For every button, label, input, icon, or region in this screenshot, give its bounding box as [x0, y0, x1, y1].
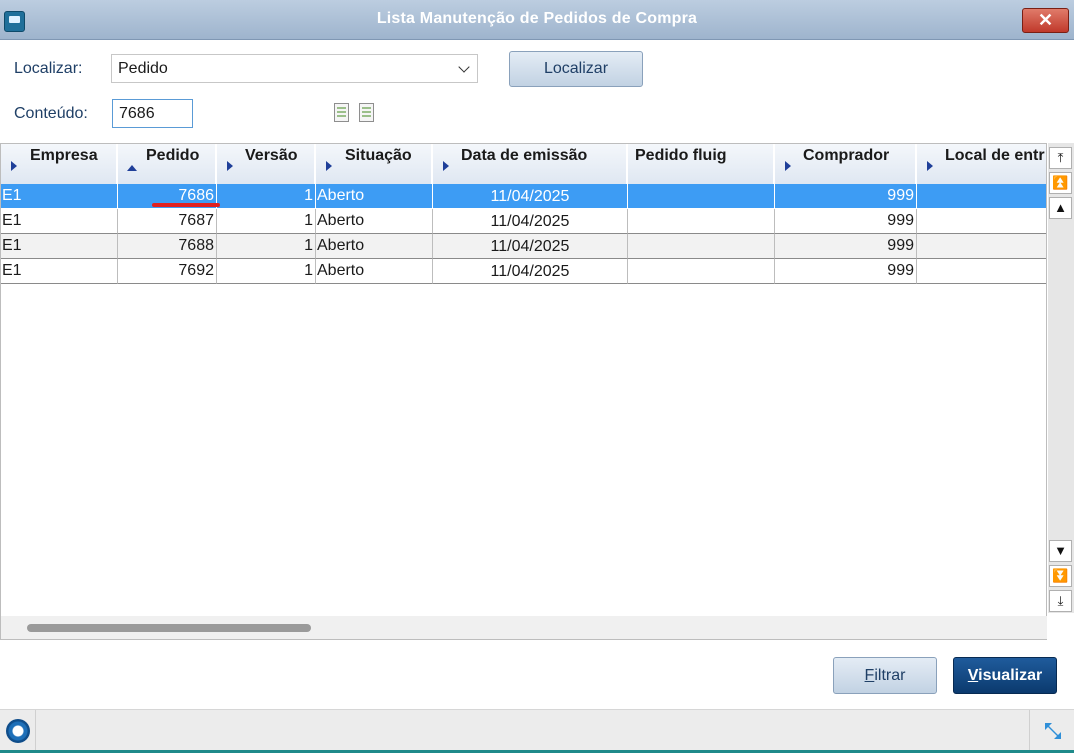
- cell-comprador: 999: [775, 234, 917, 259]
- column-header-label: Empresa: [30, 147, 98, 164]
- scroll-page-down-icon[interactable]: ⏬: [1049, 565, 1072, 587]
- cell-situacao: Aberto: [316, 184, 433, 209]
- cell-empresa: E1: [1, 259, 118, 284]
- scroll-page-up-icon[interactable]: ⏫: [1049, 172, 1072, 194]
- filtrar-button-label: Filtrar: [864, 667, 906, 684]
- cell-situacao: Aberto: [316, 209, 433, 234]
- cell-pedido-fluig: [628, 259, 775, 284]
- sort-arrow-icon: [927, 161, 933, 171]
- column-header-label: Pedido fluig: [635, 147, 727, 164]
- table-row[interactable]: E1 7692 1 Aberto 11/04/2025 999: [1, 259, 1046, 284]
- cell-empresa: E1: [1, 209, 118, 234]
- cell-comprador: 999: [775, 184, 917, 209]
- column-header-label: Local de entr: [945, 147, 1045, 164]
- annotation-underline: [152, 203, 220, 207]
- sort-arrow-icon: [227, 161, 233, 171]
- sort-arrow-icon: [326, 161, 332, 171]
- column-header-local-entrega[interactable]: Local de entr: [917, 144, 1046, 184]
- cell-local-entrega: [917, 209, 1046, 234]
- cell-comprador: 999: [775, 259, 917, 284]
- conteudo-label: Conteúdo:: [14, 105, 88, 122]
- conteudo-input-value: 7686: [119, 105, 155, 122]
- horizontal-scrollbar[interactable]: [1, 616, 1047, 639]
- document-icon[interactable]: [359, 103, 374, 122]
- scroll-bottom-icon[interactable]: ⤓: [1049, 590, 1072, 612]
- cell-situacao: Aberto: [316, 234, 433, 259]
- status-separator: [1029, 710, 1030, 753]
- column-header-label: Pedido: [146, 147, 200, 164]
- cell-pedido-fluig: [628, 234, 775, 259]
- column-header-pedido-fluig[interactable]: Pedido fluig: [628, 144, 775, 184]
- orders-grid[interactable]: Empresa Pedido Versão Situação Data de e…: [0, 143, 1047, 640]
- cell-situacao: Aberto: [316, 259, 433, 284]
- horizontal-scroll-thumb[interactable]: [27, 624, 311, 632]
- cell-local-entrega: [917, 259, 1046, 284]
- sort-arrow-icon: [443, 161, 449, 171]
- cell-versao: 1: [217, 259, 316, 284]
- column-header-comprador[interactable]: Comprador: [775, 144, 917, 184]
- cell-versao: 1: [217, 234, 316, 259]
- cell-pedido-fluig: [628, 209, 775, 234]
- column-header-label: Situação: [345, 147, 412, 164]
- visualizar-button-label: Visualizar: [967, 667, 1043, 684]
- resize-icon[interactable]: [1043, 721, 1063, 741]
- cell-local-entrega: [917, 234, 1046, 259]
- column-header-data-emissao[interactable]: Data de emissão: [433, 144, 628, 184]
- column-header-label: Data de emissão: [461, 147, 588, 164]
- sort-arrow-icon: [127, 165, 137, 171]
- cell-data-emissao: 11/04/2025: [433, 259, 628, 284]
- window-title: Lista Manutenção de Pedidos de Compra: [376, 10, 698, 27]
- cell-pedido: 7688: [118, 234, 217, 259]
- cell-data-emissao: 11/04/2025: [433, 209, 628, 234]
- localizar-select-value: Pedido: [118, 60, 168, 77]
- vertical-scrollbar[interactable]: ⤒ ⏫ ▲ ▼ ⏬ ⤓: [1048, 143, 1074, 613]
- cell-data-emissao: 11/04/2025: [433, 184, 628, 209]
- cell-pedido-fluig: [628, 184, 775, 209]
- status-bar: [0, 709, 1074, 753]
- title-bar: Lista Manutenção de Pedidos de Compra ✕: [0, 0, 1074, 40]
- scroll-down-icon[interactable]: ▼: [1049, 540, 1072, 562]
- localizar-label: Localizar:: [14, 60, 83, 77]
- table-row[interactable]: E1 7688 1 Aberto 11/04/2025 999: [1, 234, 1046, 259]
- column-header-pedido[interactable]: Pedido: [118, 144, 217, 184]
- cell-versao: 1: [217, 209, 316, 234]
- scroll-up-icon[interactable]: ▲: [1049, 197, 1072, 219]
- cell-empresa: E1: [1, 184, 118, 209]
- status-separator: [35, 710, 36, 753]
- app-logo-icon: [6, 719, 30, 743]
- visualizar-button[interactable]: Visualizar: [953, 657, 1057, 694]
- scroll-top-icon[interactable]: ⤒: [1049, 147, 1072, 169]
- chevron-down-icon: [458, 61, 470, 73]
- grid-header: Empresa Pedido Versão Situação Data de e…: [1, 144, 1046, 184]
- localizar-button[interactable]: Localizar: [509, 51, 643, 87]
- document-icon[interactable]: [334, 103, 349, 122]
- cell-data-emissao: 11/04/2025: [433, 234, 628, 259]
- sort-arrow-icon: [11, 161, 17, 171]
- column-header-empresa[interactable]: Empresa: [1, 144, 118, 184]
- cell-local-entrega: [917, 184, 1046, 209]
- localizar-select[interactable]: Pedido: [111, 54, 478, 83]
- sort-arrow-icon: [785, 161, 791, 171]
- close-button[interactable]: ✕: [1022, 8, 1069, 33]
- column-header-situacao[interactable]: Situação: [316, 144, 433, 184]
- filtrar-button[interactable]: Filtrar: [833, 657, 937, 694]
- cell-empresa: E1: [1, 234, 118, 259]
- column-header-label: Versão: [245, 147, 298, 164]
- conteudo-input[interactable]: 7686: [112, 99, 193, 128]
- table-row[interactable]: E1 7687 1 Aberto 11/04/2025 999: [1, 209, 1046, 234]
- cell-pedido: 7687: [118, 209, 217, 234]
- cell-comprador: 999: [775, 209, 917, 234]
- dialog-window: Lista Manutenção de Pedidos de Compra ✕ …: [0, 0, 1074, 753]
- column-header-versao[interactable]: Versão: [217, 144, 316, 184]
- column-header-label: Comprador: [803, 147, 890, 164]
- cell-versao: 1: [217, 184, 316, 209]
- cell-pedido: 7692: [118, 259, 217, 284]
